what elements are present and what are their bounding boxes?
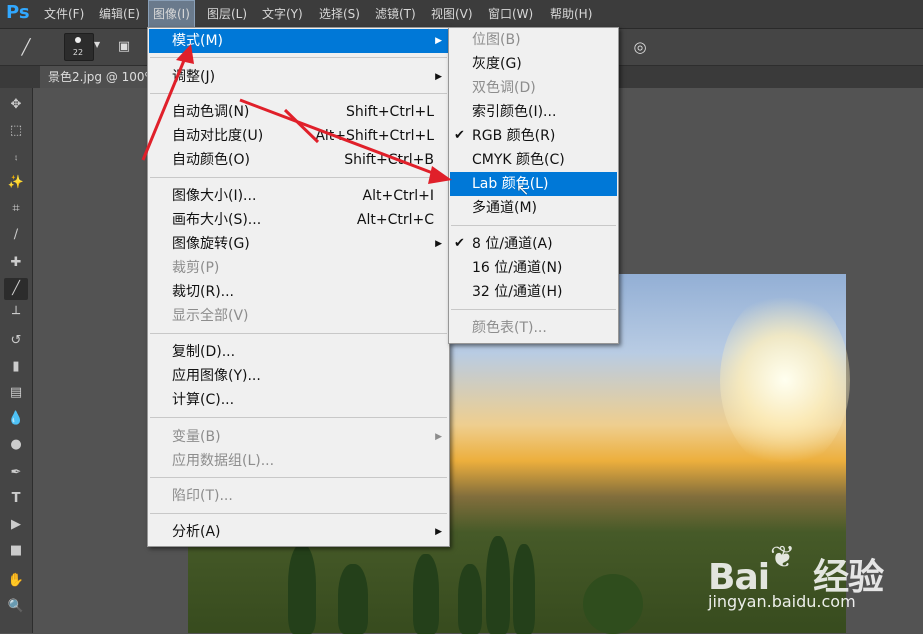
- menu-edit[interactable]: 编辑(E): [95, 0, 144, 28]
- menu-type[interactable]: 文字(Y): [258, 0, 307, 28]
- menu-item-canvas-size[interactable]: 画布大小(S)... Alt+Ctrl+C: [149, 208, 448, 232]
- move-tool-icon[interactable]: ✥: [4, 94, 28, 116]
- menu-separator: [150, 333, 447, 334]
- menu-item-calculations[interactable]: 计算(C)...: [149, 388, 448, 412]
- menu-image[interactable]: 图像(I): [148, 0, 195, 28]
- menu-item-apply-image[interactable]: 应用图像(Y)...: [149, 364, 448, 388]
- menu-item-variables[interactable]: 变量(B) ▶: [149, 425, 448, 449]
- brush-size-value: 22: [72, 48, 84, 57]
- blur-tool-icon[interactable]: 💧: [4, 408, 28, 430]
- marquee-tool-icon[interactable]: ⬚: [4, 120, 28, 142]
- cursor-icon: ↖: [516, 180, 530, 199]
- submenu-item-bitmap[interactable]: 位图(B): [450, 28, 617, 52]
- image-menu: 模式(M) ▶ 调整(J) ▶ 自动色调(N) Shift+Ctrl+L 自动对比度(…: [147, 27, 450, 547]
- submenu-item-duotone[interactable]: 双色调(D): [450, 76, 617, 100]
- menu-separator: [150, 177, 447, 178]
- submenu-arrow-icon: ▶: [435, 239, 442, 249]
- menu-item-image-size[interactable]: 图像大小(I)... Alt+Ctrl+I: [149, 184, 448, 208]
- menu-item-adjustments[interactable]: 调整(J) ▶: [149, 65, 448, 89]
- submenu-arrow-icon: ▶: [435, 527, 442, 537]
- submenu-item-rgb-color[interactable]: ✔ RGB 颜色(R): [450, 124, 617, 148]
- menu-item-auto-color[interactable]: 自动颜色(O) Shift+Ctrl+B: [149, 148, 448, 172]
- submenu-item-32-bit[interactable]: 32 位/通道(H): [450, 280, 617, 304]
- menu-file[interactable]: 文件(F): [40, 0, 88, 28]
- submenu-arrow-icon: ▶: [435, 36, 442, 46]
- mode-submenu: 位图(B) 灰度(G) 双色调(D) 索引颜色(I)... ✔ RGB 颜色(R)…: [448, 27, 619, 344]
- dodge-tool-icon[interactable]: ●: [4, 434, 28, 456]
- menu-item-image-rotation[interactable]: 图像旋转(G) ▶: [149, 232, 448, 256]
- menu-separator: [150, 477, 447, 478]
- menu-separator: [150, 417, 447, 418]
- menu-item-auto-contrast[interactable]: 自动对比度(U) Alt+Shift+Ctrl+L: [149, 124, 448, 148]
- zoom-tool-icon[interactable]: 🔍: [4, 596, 28, 618]
- submenu-item-8-bit[interactable]: ✔ 8 位/通道(A): [450, 232, 617, 256]
- menu-item-auto-tone[interactable]: 自动色调(N) Shift+Ctrl+L: [149, 100, 448, 124]
- submenu-arrow-icon: ▶: [435, 72, 442, 82]
- healing-brush-icon[interactable]: ✚: [4, 252, 28, 274]
- menu-filter[interactable]: 滤镜(T): [371, 0, 420, 28]
- crop-tool-icon[interactable]: ⌗: [4, 198, 28, 220]
- clone-stamp-icon[interactable]: ┴: [4, 304, 28, 326]
- menu-item-trap[interactable]: 陷印(T)...: [149, 484, 448, 508]
- brush-tip-icon: [75, 37, 81, 43]
- lasso-tool-icon[interactable]: ⨾: [4, 146, 28, 168]
- menu-select[interactable]: 选择(S): [315, 0, 364, 28]
- hand-tool-icon[interactable]: ✋: [4, 570, 28, 592]
- submenu-item-lab-color[interactable]: Lab 颜色(L): [450, 172, 617, 196]
- submenu-item-16-bit[interactable]: 16 位/通道(N): [450, 256, 617, 280]
- type-tool-icon[interactable]: T: [4, 488, 28, 510]
- menu-item-analysis[interactable]: 分析(A) ▶: [149, 520, 448, 544]
- menu-help[interactable]: 帮助(H): [546, 0, 596, 28]
- menu-item-trim[interactable]: 裁切(R)...: [149, 280, 448, 304]
- chevron-down-icon[interactable]: ▼: [94, 40, 100, 49]
- menu-separator: [150, 57, 447, 58]
- menu-layer[interactable]: 图层(L): [203, 0, 251, 28]
- sun-glow: [720, 290, 850, 470]
- brush-tool-icon[interactable]: ╱: [4, 278, 28, 300]
- submenu-arrow-icon: ▶: [435, 432, 442, 442]
- submenu-item-grayscale[interactable]: 灰度(G): [450, 52, 617, 76]
- menu-separator: [451, 309, 616, 310]
- toolbox: ✥ ⬚ ⨾ ✨ ⌗ ∕ ✚ ╱ ┴ ↺ ▮ ▤ 💧 ● ✒ T ▶ ■ ✋ 🔍: [0, 88, 33, 633]
- submenu-item-color-table[interactable]: 颜色表(T)...: [450, 316, 617, 340]
- gradient-tool-icon[interactable]: ▤: [4, 382, 28, 404]
- menu-item-crop[interactable]: 裁剪(P): [149, 256, 448, 280]
- menu-separator: [451, 225, 616, 226]
- submenu-item-indexed-color[interactable]: 索引颜色(I)...: [450, 100, 617, 124]
- menu-item-apply-data-set[interactable]: 应用数据组(L)...: [149, 449, 448, 473]
- menu-separator: [150, 513, 447, 514]
- checkmark-icon: ✔: [454, 236, 465, 251]
- checkmark-icon: ✔: [454, 128, 465, 143]
- pressure-icon[interactable]: ◎: [628, 35, 652, 59]
- pen-tool-icon[interactable]: ✒: [4, 462, 28, 484]
- menu-window[interactable]: 窗口(W): [484, 0, 537, 28]
- magic-wand-icon[interactable]: ✨: [4, 172, 28, 194]
- brush-panel-icon[interactable]: ▣: [112, 35, 136, 59]
- menu-view[interactable]: 视图(V): [427, 0, 477, 28]
- paw-icon: ❦: [770, 540, 796, 575]
- path-selection-icon[interactable]: ▶: [4, 514, 28, 536]
- watermark-url: jingyan.baidu.com: [708, 592, 856, 611]
- eyedropper-icon[interactable]: ∕: [4, 224, 28, 246]
- menu-item-mode[interactable]: 模式(M) ▶: [149, 29, 448, 53]
- brush-preset-icon[interactable]: ╱: [14, 35, 38, 59]
- submenu-item-cmyk-color[interactable]: CMYK 颜色(C): [450, 148, 617, 172]
- menu-separator: [150, 93, 447, 94]
- menu-item-reveal-all[interactable]: 显示全部(V): [149, 304, 448, 328]
- photoshop-logo: Ps: [6, 2, 30, 23]
- menu-item-duplicate[interactable]: 复制(D)...: [149, 340, 448, 364]
- shape-tool-icon[interactable]: ■: [4, 540, 28, 562]
- history-brush-icon[interactable]: ↺: [4, 330, 28, 352]
- eraser-tool-icon[interactable]: ▮: [4, 356, 28, 378]
- submenu-item-multichannel[interactable]: 多通道(M): [450, 196, 617, 220]
